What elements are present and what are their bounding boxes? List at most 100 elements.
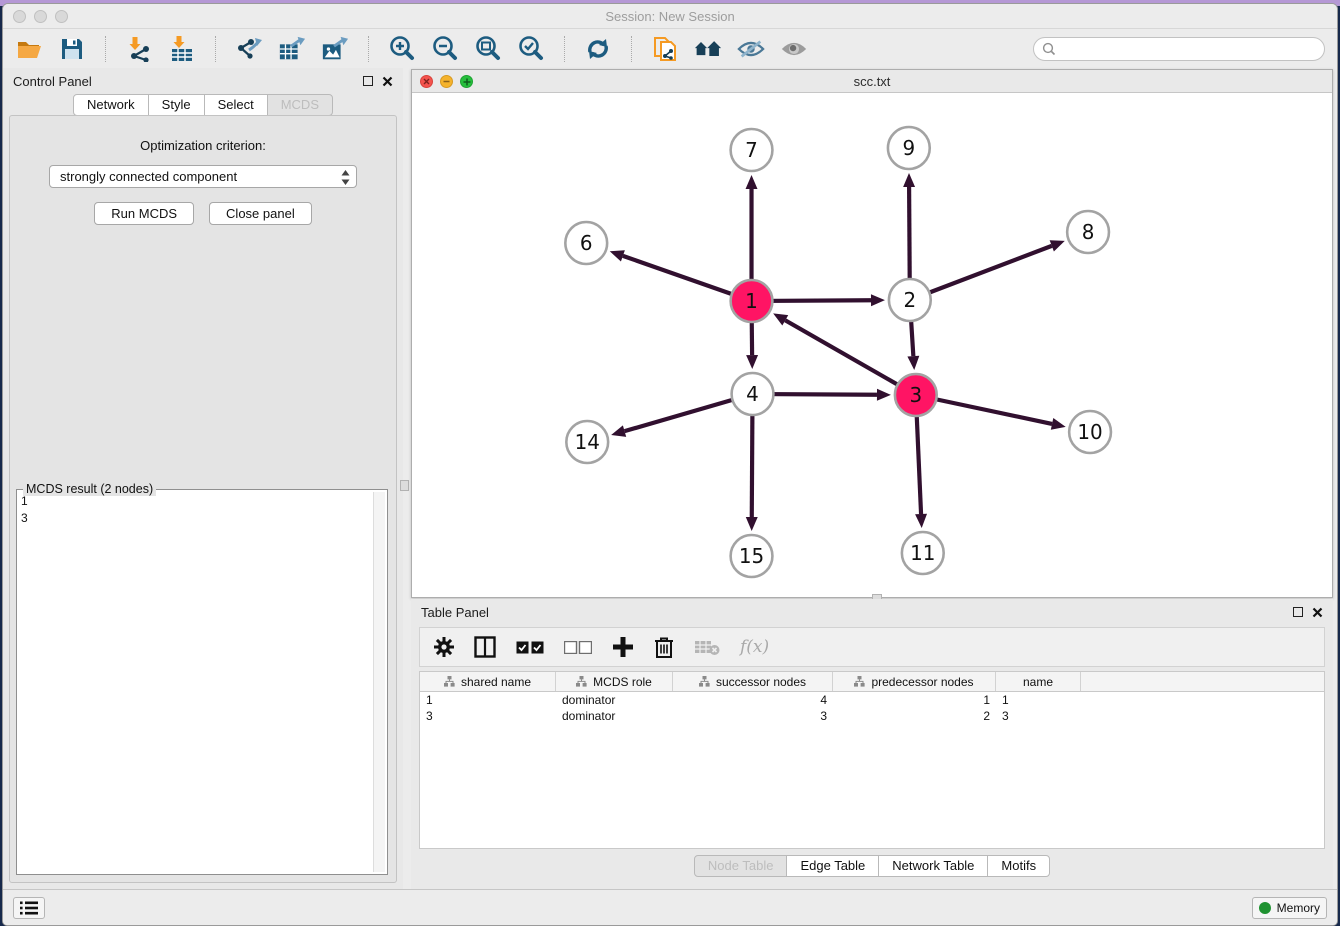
- network-window-title: scc.txt: [412, 70, 1332, 93]
- memory-button[interactable]: Memory: [1252, 897, 1327, 919]
- save-floppy-icon: [60, 37, 84, 61]
- network-graph[interactable]: 7968124314101511: [412, 93, 1332, 597]
- mcds-panel-body: Optimization criterion: strongly connect…: [9, 115, 397, 883]
- graph-edge-arrowhead: [877, 389, 891, 401]
- network-canvas[interactable]: 7968124314101511: [412, 93, 1332, 597]
- run-mcds-button[interactable]: Run MCDS: [94, 202, 194, 225]
- zoom-selected-button[interactable]: [517, 35, 545, 63]
- graph-edge-3-1[interactable]: [785, 320, 916, 395]
- mcds-result-box: MCDS result (2 nodes) 1 3: [16, 489, 388, 875]
- clone-network-button[interactable]: [651, 35, 679, 63]
- table-row[interactable]: 1 dominator 4 1 1: [420, 692, 1324, 708]
- hierarchy-icon: [854, 676, 865, 687]
- toolbar-separator: [564, 36, 565, 62]
- zoom-in-button[interactable]: [388, 35, 416, 63]
- mcds-result-text[interactable]: 1 3: [21, 493, 371, 871]
- hide-details-button[interactable]: [737, 35, 765, 63]
- import-network-button[interactable]: [125, 35, 153, 63]
- graph-edge-arrowhead: [871, 294, 885, 306]
- graph-edge-2-8[interactable]: [910, 246, 1052, 300]
- control-panel: Control Panel Network Style Select MCDS …: [3, 68, 403, 889]
- column-header-successor-nodes[interactable]: successor nodes: [673, 672, 833, 691]
- minimize-window-button[interactable]: [34, 10, 47, 23]
- task-history-button[interactable]: [13, 897, 45, 919]
- delete-table-button[interactable]: [694, 638, 720, 656]
- select-stepper-icon: [340, 169, 351, 186]
- home-views-button[interactable]: [694, 35, 722, 63]
- show-details-button[interactable]: [780, 35, 808, 63]
- tab-select[interactable]: Select: [204, 94, 268, 116]
- graph-node-label: 1: [745, 289, 758, 313]
- export-network-icon: [235, 36, 263, 62]
- import-table-button[interactable]: [168, 35, 196, 63]
- column-header-predecessor-nodes[interactable]: predecessor nodes: [833, 672, 996, 691]
- graph-edge-arrowhead: [1051, 418, 1066, 430]
- column-header-shared-name[interactable]: shared name: [420, 672, 556, 691]
- select-all-rows-button[interactable]: [516, 641, 544, 654]
- tab-edge-table[interactable]: Edge Table: [786, 855, 879, 877]
- delete-table-icon: [694, 638, 720, 656]
- close-table-panel-icon[interactable]: [1312, 607, 1323, 618]
- houses-icon: [694, 37, 722, 61]
- close-panel-icon[interactable]: [382, 76, 393, 87]
- tab-motifs[interactable]: Motifs: [987, 855, 1050, 877]
- table-row[interactable]: 3 dominator 3 2 3: [420, 708, 1324, 724]
- graph-node-label: 4: [746, 382, 759, 406]
- graph-node-label: 3: [909, 383, 922, 407]
- open-session-button[interactable]: [15, 35, 43, 63]
- hierarchy-icon: [699, 676, 710, 687]
- export-table-button[interactable]: [278, 35, 306, 63]
- search-input[interactable]: [1033, 37, 1325, 61]
- toggle-columns-button[interactable]: [474, 636, 496, 658]
- apply-function-button[interactable]: f(x): [740, 637, 769, 657]
- add-row-button[interactable]: [612, 636, 634, 658]
- export-image-button[interactable]: [321, 35, 349, 63]
- zoom-out-button[interactable]: [431, 35, 459, 63]
- graph-node-label: 7: [745, 138, 758, 162]
- column-header-mcds-role[interactable]: MCDS role: [556, 672, 673, 691]
- refresh-icon: [584, 36, 612, 62]
- refresh-layout-button[interactable]: [584, 35, 612, 63]
- network-close-button[interactable]: [420, 75, 433, 88]
- content-area: Control Panel Network Style Select MCDS …: [3, 68, 1337, 889]
- network-maximize-button[interactable]: [460, 75, 473, 88]
- result-line: 1: [21, 493, 371, 510]
- maximize-window-button[interactable]: [55, 10, 68, 23]
- table-settings-button[interactable]: [434, 637, 454, 657]
- deselect-all-rows-button[interactable]: [564, 641, 592, 654]
- graph-edge-arrowhead: [903, 173, 915, 187]
- export-network-button[interactable]: [235, 35, 263, 63]
- graph-node-label: 8: [1082, 220, 1095, 244]
- zoom-fit-button[interactable]: [474, 35, 502, 63]
- eye-icon: [780, 38, 808, 60]
- column-header-name[interactable]: name: [996, 672, 1081, 691]
- table-panel-header: Table Panel: [411, 599, 1333, 625]
- tab-node-table[interactable]: Node Table: [694, 855, 788, 877]
- tab-style[interactable]: Style: [148, 94, 205, 116]
- float-table-panel-icon[interactable]: [1293, 607, 1303, 617]
- tab-network-table[interactable]: Network Table: [878, 855, 988, 877]
- zoom-fit-icon: [474, 35, 502, 63]
- network-minimize-button[interactable]: [440, 75, 453, 88]
- checked-boxes-icon: [516, 641, 544, 654]
- node-table[interactable]: shared name MCDS role successor nodes pr…: [419, 671, 1325, 849]
- graph-node-label: 6: [580, 231, 593, 255]
- network-window-titlebar[interactable]: scc.txt: [412, 70, 1332, 93]
- table-panel: Table Panel: [411, 599, 1333, 889]
- float-panel-icon[interactable]: [363, 76, 373, 86]
- hierarchy-icon: [444, 676, 455, 687]
- vertical-splitter-handle[interactable]: [400, 480, 409, 491]
- close-panel-button[interactable]: Close panel: [209, 202, 312, 225]
- close-window-button[interactable]: [13, 10, 26, 23]
- zoom-selected-icon: [517, 35, 545, 63]
- criterion-select[interactable]: strongly connected component: [49, 165, 357, 188]
- tab-mcds[interactable]: MCDS: [267, 94, 333, 116]
- graph-node-label: 9: [903, 136, 916, 160]
- control-panel-tabs: Network Style Select MCDS: [3, 94, 403, 116]
- memory-label: Memory: [1277, 901, 1320, 915]
- tab-network[interactable]: Network: [73, 94, 149, 116]
- delete-row-button[interactable]: [654, 636, 674, 658]
- graph-edge-arrowhead: [746, 355, 758, 369]
- result-scrollbar[interactable]: [373, 492, 385, 872]
- save-session-button[interactable]: [58, 35, 86, 63]
